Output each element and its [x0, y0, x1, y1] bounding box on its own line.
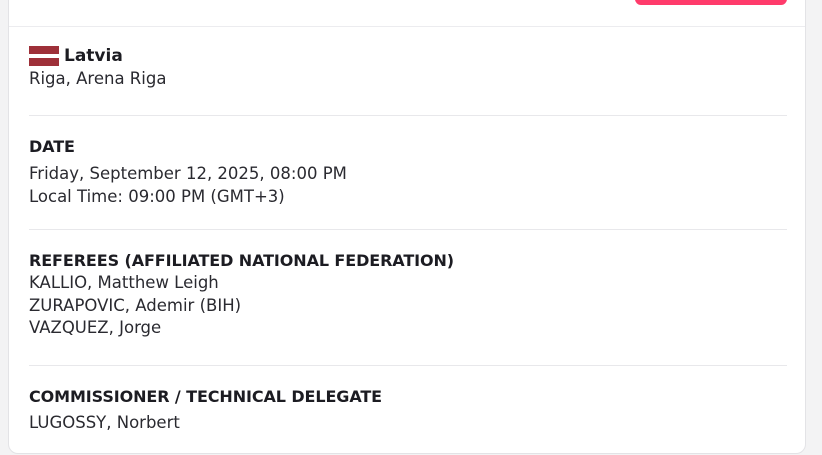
venue-section: Latvia Riga, Arena Riga: [29, 45, 787, 91]
referees-section: REFEREES (AFFILIATED NATIONAL FEDERATION…: [29, 250, 787, 340]
referee-name: KALLIO, Matthew Leigh: [29, 273, 219, 292]
game-info-card: Latvia Riga, Arena Riga DATE Friday, Sep…: [8, 0, 806, 454]
match-datetime: Friday, September 12, 2025, 08:00 PM: [29, 164, 347, 183]
referees-heading: REFEREES (AFFILIATED NATIONAL FEDERATION…: [29, 251, 455, 270]
divider: [29, 115, 787, 116]
divider: [29, 229, 787, 230]
referee-name: VAZQUEZ, Jorge: [29, 318, 162, 337]
header-divider: [9, 26, 805, 27]
commissioner-section: COMMISSIONER / TECHNICAL DELEGATE LUGOSS…: [29, 386, 787, 435]
referee-name: ZURAPOVIC, Ademir (BIH): [29, 295, 242, 315]
local-time: Local Time: 09:00 PM (GMT+3): [29, 186, 285, 206]
country-name: Latvia: [64, 46, 123, 66]
country-row: Latvia: [29, 45, 787, 67]
divider: [29, 365, 787, 366]
action-button[interactable]: [635, 0, 787, 5]
venue-location: Riga, Arena Riga: [29, 69, 167, 88]
latvia-flag-icon: [29, 46, 59, 66]
date-section: DATE Friday, September 12, 2025, 08:00 P…: [29, 136, 787, 208]
date-heading: DATE: [29, 137, 75, 156]
commissioner-name: LUGOSSY, Norbert: [29, 413, 180, 432]
commissioner-heading: COMMISSIONER / TECHNICAL DELEGATE: [29, 387, 383, 406]
